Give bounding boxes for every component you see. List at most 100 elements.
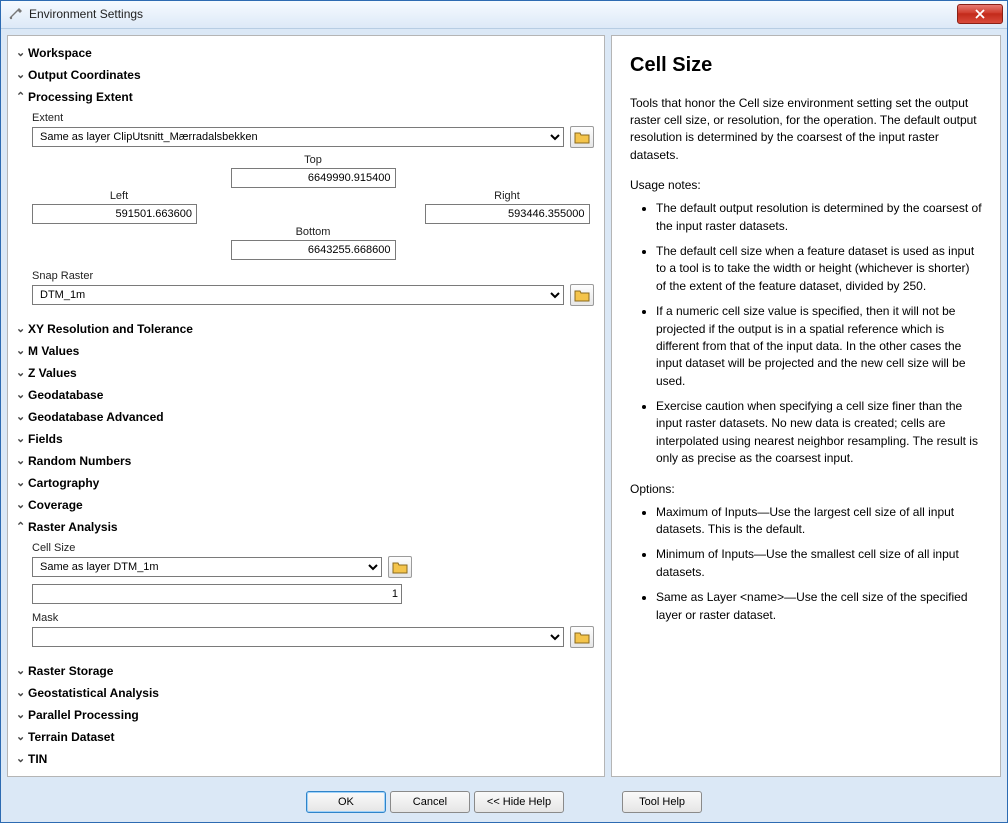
section-label: Parallel Processing (28, 708, 139, 722)
section-geostatistical-analysis[interactable]: ⌄Geostatistical Analysis (14, 682, 600, 704)
chevron-down-icon: ⌄ (16, 664, 28, 677)
section-label: M Values (28, 344, 79, 358)
extent-dropdown[interactable]: Same as layer ClipUtsnitt_Mærradalsbekke… (32, 127, 564, 147)
section-label: Raster Storage (28, 664, 113, 678)
usage-notes-list: The default output resolution is determi… (656, 200, 982, 467)
chevron-down-icon: ⌄ (16, 476, 28, 489)
window-title: Environment Settings (29, 7, 957, 21)
option-item: Same as Layer <name>—Use the cell size o… (656, 589, 982, 624)
chevron-down-icon: ⌄ (16, 344, 28, 357)
help-title: Cell Size (630, 54, 982, 77)
browse-mask-button[interactable] (570, 626, 594, 648)
section-terrain-dataset[interactable]: ⌄Terrain Dataset (14, 726, 600, 748)
section-label: Geostatistical Analysis (28, 686, 159, 700)
section-processing-extent[interactable]: ⌃Processing Extent (14, 86, 600, 108)
settings-panel: ⌄Workspace ⌄Output Coordinates ⌃Processi… (7, 35, 605, 777)
chevron-down-icon: ⌄ (16, 46, 28, 59)
section-output-coordinates[interactable]: ⌄Output Coordinates (14, 64, 600, 86)
extent-label: Extent (32, 112, 594, 124)
chevron-down-icon: ⌄ (16, 498, 28, 511)
section-fields[interactable]: ⌄Fields (14, 428, 600, 450)
chevron-down-icon: ⌄ (16, 432, 28, 445)
chevron-down-icon: ⌄ (16, 454, 28, 467)
left-input[interactable] (32, 204, 197, 224)
cell-size-label: Cell Size (32, 542, 594, 554)
chevron-down-icon: ⌄ (16, 708, 28, 721)
section-xy-resolution[interactable]: ⌄XY Resolution and Tolerance (14, 318, 600, 340)
raster-analysis-body: Cell Size Same as layer DTM_1m Mask (14, 538, 600, 660)
dialog-footer: OK Cancel << Hide Help Tool Help (1, 783, 1007, 822)
section-label: Z Values (28, 366, 77, 380)
app-icon (7, 6, 23, 22)
section-label: Output Coordinates (28, 68, 141, 82)
chevron-up-icon: ⌃ (16, 90, 28, 103)
section-z-values[interactable]: ⌄Z Values (14, 362, 600, 384)
section-m-values[interactable]: ⌄M Values (14, 340, 600, 362)
tool-help-button[interactable]: Tool Help (622, 791, 702, 813)
mask-label: Mask (32, 612, 594, 624)
option-item: Maximum of Inputs—Use the largest cell s… (656, 504, 982, 539)
cell-size-input[interactable] (32, 584, 402, 604)
chevron-down-icon: ⌄ (16, 752, 28, 765)
options-list: Maximum of Inputs—Use the largest cell s… (656, 504, 982, 624)
section-parallel-processing[interactable]: ⌄Parallel Processing (14, 704, 600, 726)
chevron-down-icon: ⌄ (16, 686, 28, 699)
right-label: Right (420, 190, 594, 202)
section-label: XY Resolution and Tolerance (28, 322, 193, 336)
browse-cell-size-button[interactable] (388, 556, 412, 578)
processing-extent-body: Extent Same as layer ClipUtsnitt_Mærrada… (14, 108, 600, 318)
usage-notes-heading: Usage notes: (630, 178, 982, 192)
section-raster-storage[interactable]: ⌄Raster Storage (14, 660, 600, 682)
top-label: Top (226, 154, 400, 166)
browse-snap-raster-button[interactable] (570, 284, 594, 306)
snap-raster-label: Snap Raster (32, 270, 594, 282)
section-label: Workspace (28, 46, 92, 60)
section-label: Fields (28, 432, 63, 446)
usage-note: If a numeric cell size value is specifie… (656, 303, 982, 390)
left-label: Left (32, 190, 206, 202)
bottom-label: Bottom (226, 226, 400, 238)
snap-raster-dropdown[interactable]: DTM_1m (32, 285, 564, 305)
help-panel: Cell Size Tools that honor the Cell size… (611, 35, 1001, 777)
section-label: TIN (28, 752, 47, 766)
chevron-down-icon: ⌄ (16, 410, 28, 423)
bottom-input[interactable] (231, 240, 396, 260)
cell-size-dropdown[interactable]: Same as layer DTM_1m (32, 557, 382, 577)
section-cartography[interactable]: ⌄Cartography (14, 472, 600, 494)
section-label: Coverage (28, 498, 83, 512)
chevron-down-icon: ⌄ (16, 730, 28, 743)
settings-scroll[interactable]: ⌄Workspace ⌄Output Coordinates ⌃Processi… (8, 36, 604, 776)
hide-help-button[interactable]: << Hide Help (474, 791, 564, 813)
section-label: Terrain Dataset (28, 730, 114, 744)
top-input[interactable] (231, 168, 396, 188)
section-label: Geodatabase Advanced (28, 410, 164, 424)
section-label: Geodatabase (28, 388, 103, 402)
right-input[interactable] (425, 204, 590, 224)
chevron-down-icon: ⌄ (16, 68, 28, 81)
section-raster-analysis[interactable]: ⌃Raster Analysis (14, 516, 600, 538)
section-geodatabase[interactable]: ⌄Geodatabase (14, 384, 600, 406)
section-label: Cartography (28, 476, 99, 490)
section-tin[interactable]: ⌄TIN (14, 748, 600, 770)
usage-note: The default output resolution is determi… (656, 200, 982, 235)
help-intro: Tools that honor the Cell size environme… (630, 95, 982, 165)
chevron-down-icon: ⌄ (16, 322, 28, 335)
title-bar: Environment Settings (1, 1, 1007, 29)
section-random-numbers[interactable]: ⌄Random Numbers (14, 450, 600, 472)
section-label: Random Numbers (28, 454, 131, 468)
section-geodatabase-advanced[interactable]: ⌄Geodatabase Advanced (14, 406, 600, 428)
close-button[interactable] (957, 4, 1003, 24)
option-item: Minimum of Inputs—Use the smallest cell … (656, 546, 982, 581)
usage-note: Exercise caution when specifying a cell … (656, 398, 982, 468)
section-workspace[interactable]: ⌄Workspace (14, 42, 600, 64)
chevron-up-icon: ⌃ (16, 520, 28, 533)
options-heading: Options: (630, 482, 982, 496)
mask-dropdown[interactable] (32, 627, 564, 647)
ok-button[interactable]: OK (306, 791, 386, 813)
chevron-down-icon: ⌄ (16, 388, 28, 401)
cancel-button[interactable]: Cancel (390, 791, 470, 813)
section-coverage[interactable]: ⌄Coverage (14, 494, 600, 516)
browse-extent-button[interactable] (570, 126, 594, 148)
usage-note: The default cell size when a feature dat… (656, 243, 982, 295)
section-label: Processing Extent (28, 90, 133, 104)
